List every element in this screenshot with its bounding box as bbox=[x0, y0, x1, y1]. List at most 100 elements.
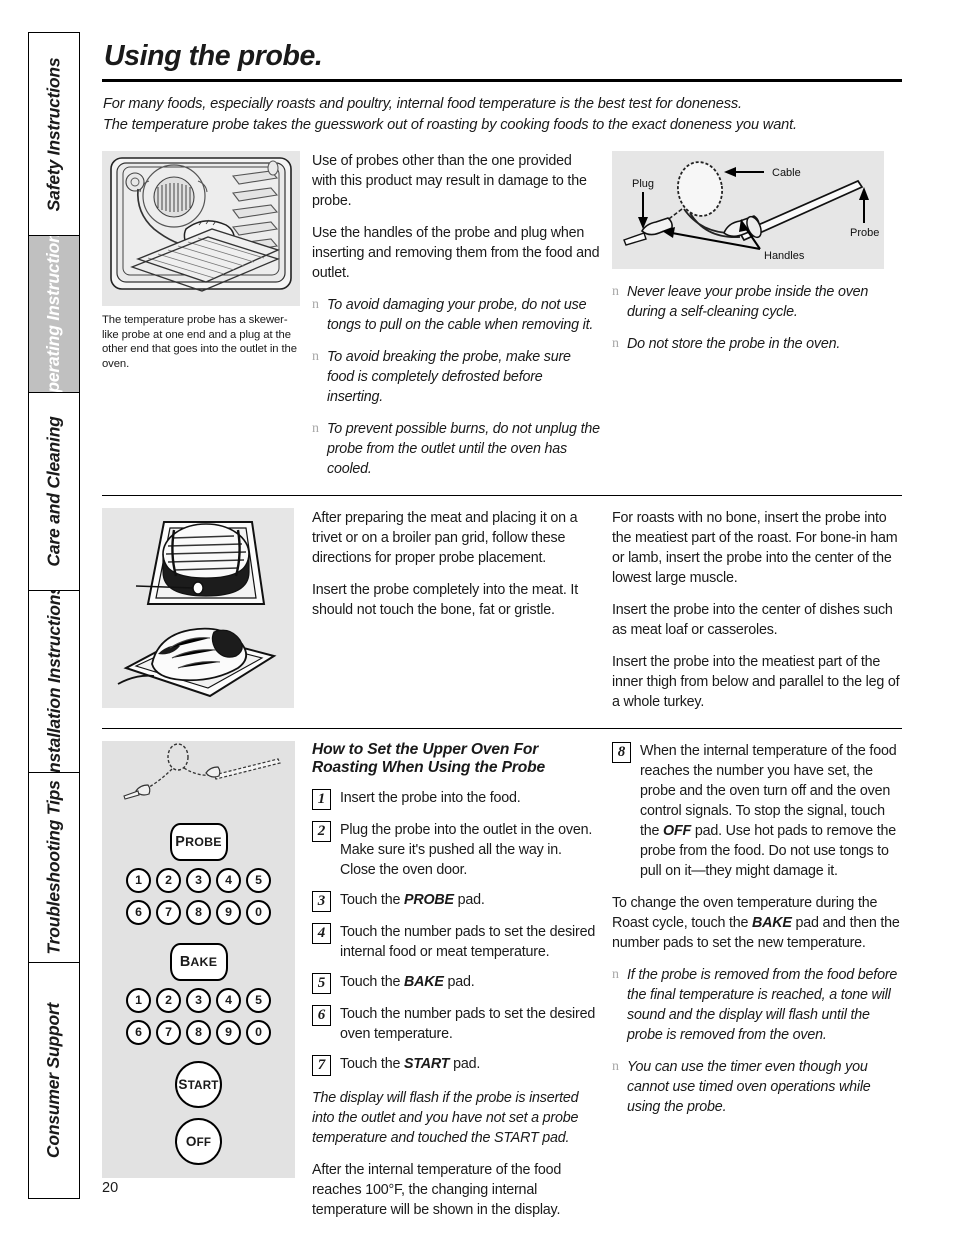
step-item-4: 4 Touch the number pads to set the desir… bbox=[312, 922, 600, 962]
probe-label-handles: Handles bbox=[764, 250, 805, 262]
step-pad-name: PROBE bbox=[403, 892, 454, 908]
internal-temp-note: After the internal temperature of the fo… bbox=[312, 1162, 562, 1219]
number-key-2[interactable]: 2 bbox=[156, 867, 181, 893]
probe-label-cable: Cable bbox=[772, 167, 801, 179]
probe-warning-paragraph-2: Use the handles of the probe and plug wh… bbox=[312, 224, 600, 281]
number-key-7[interactable]: 7 bbox=[156, 899, 181, 925]
step-text-pre: Touch the bbox=[340, 974, 404, 991]
number-key-0[interactable]: 0 bbox=[246, 1019, 271, 1045]
step-text: Insert the probe into the food. bbox=[340, 789, 521, 806]
number-key-3[interactable]: 3 bbox=[186, 987, 211, 1013]
off-pad-button[interactable]: OFF bbox=[175, 1117, 222, 1165]
number-key-1[interactable]: 1 bbox=[126, 987, 151, 1013]
list-item: Do not store the probe in the oven. bbox=[612, 334, 902, 354]
step-text-pre: Touch the bbox=[340, 892, 404, 908]
section1-right-column: Plug Cable Handles Probe N bbox=[600, 150, 902, 479]
number-key-2[interactable]: 2 bbox=[156, 987, 181, 1013]
page-intro: For many foods, especially roasts and po… bbox=[103, 94, 902, 137]
step-text: Touch the number pads to set the desired… bbox=[340, 1006, 596, 1043]
sidebar-item-label: Troubleshooting Tips bbox=[43, 780, 64, 955]
list-item: To prevent possible burns, do not unplug… bbox=[312, 419, 600, 479]
placement-right-paragraph-3: Insert the probe into the meatiest part … bbox=[612, 653, 900, 710]
sidebar-item-label: Care and Cleaning bbox=[43, 416, 64, 567]
probe-label-plug: Plug bbox=[632, 178, 654, 190]
step-pad-name: OFF bbox=[663, 823, 692, 840]
list-item: If the probe is removed from the food be… bbox=[612, 965, 902, 1045]
step-number: 7 bbox=[312, 1055, 331, 1077]
section-probe-placement: After preparing the meat and placing it … bbox=[102, 507, 902, 712]
step-text: Plug the probe into the outlet in the ov… bbox=[340, 821, 593, 878]
section-probe-overview: The temperature probe has a skewer-like … bbox=[102, 150, 902, 479]
number-key-6[interactable]: 6 bbox=[126, 1019, 151, 1045]
number-key-9[interactable]: 9 bbox=[216, 899, 241, 925]
number-key-4[interactable]: 4 bbox=[216, 987, 241, 1013]
section3-steps-column: How to Set the Upper Oven For Roasting W… bbox=[300, 741, 600, 1220]
step-item-8: 8 When the internal temperature of the f… bbox=[612, 741, 902, 881]
roasting-steps-list: 1 Insert the probe into the food. 2 Plug… bbox=[312, 788, 600, 1077]
sidebar-item-label: Consumer Support bbox=[43, 1002, 64, 1159]
display-flash-note: The display will flash if the probe is i… bbox=[312, 1090, 579, 1147]
number-key-5[interactable]: 5 bbox=[246, 987, 271, 1013]
section1-bullet-list: To avoid damaging your probe, do not use… bbox=[312, 295, 600, 479]
number-key-0[interactable]: 0 bbox=[246, 899, 271, 925]
page-content: Using the probe. For many foods, especia… bbox=[102, 40, 902, 1220]
page-number: 20 bbox=[102, 1180, 119, 1196]
step-item-3: 3 Touch the PROBE pad. bbox=[312, 890, 600, 912]
step-item-7: 7 Touch the START pad. bbox=[312, 1054, 600, 1077]
placement-right-paragraph-1: For roasts with no bone, insert the prob… bbox=[612, 509, 898, 586]
section1-right-bullet-list: Never leave your probe inside the oven d… bbox=[612, 282, 902, 354]
step-number: 3 bbox=[312, 891, 331, 912]
step-text: Touch the START pad. bbox=[340, 1054, 480, 1076]
step-pad-name: START bbox=[403, 1056, 450, 1073]
step-item-2: 2 Plug the probe into the outlet in the … bbox=[312, 820, 600, 880]
start-pad-button[interactable]: START bbox=[175, 1060, 222, 1108]
section3-bullet-list: If the probe is removed from the food be… bbox=[612, 965, 902, 1117]
number-key-8[interactable]: 8 bbox=[186, 899, 211, 925]
sidebar-item-label: Operating Instructions bbox=[43, 236, 64, 393]
meat-figure-column bbox=[102, 507, 300, 712]
probe-label-probe: Probe bbox=[850, 227, 879, 239]
number-key-4[interactable]: 4 bbox=[216, 867, 241, 893]
number-key-3[interactable]: 3 bbox=[186, 867, 211, 893]
bake-pad-button[interactable]: BAKE bbox=[169, 942, 228, 981]
probe-parts-diagram: Plug Cable Handles Probe bbox=[612, 150, 884, 269]
step-pad-name: BAKE bbox=[403, 974, 444, 991]
number-key-9[interactable]: 9 bbox=[216, 1019, 241, 1045]
list-item: To avoid damaging your probe, do not use… bbox=[312, 295, 600, 335]
list-item: To avoid breaking the probe, make sure f… bbox=[312, 347, 600, 407]
step-number: 4 bbox=[312, 923, 331, 944]
number-key-1[interactable]: 1 bbox=[126, 867, 151, 893]
step-text: Touch the BAKE pad. bbox=[340, 972, 475, 994]
change-oven-temp-paragraph: To change the oven temperature during th… bbox=[612, 893, 902, 953]
change-temp-pad-name: BAKE bbox=[752, 915, 792, 932]
sidebar-item-operating-instructions[interactable]: Operating Instructions bbox=[29, 236, 79, 393]
number-key-6[interactable]: 6 bbox=[126, 899, 151, 925]
number-key-8[interactable]: 8 bbox=[186, 1019, 211, 1045]
intro-line-1: For many foods, especially roasts and po… bbox=[103, 96, 742, 112]
sidebar-item-care-and-cleaning[interactable]: Care and Cleaning bbox=[29, 393, 79, 591]
sidebar-item-installation-instructions[interactable]: Installation Instructions bbox=[29, 591, 79, 773]
section3-heading: How to Set the Upper Oven For Roasting W… bbox=[312, 740, 546, 776]
placement-paragraph-1: After preparing the meat and placing it … bbox=[312, 509, 578, 566]
sidebar-item-safety-instructions[interactable]: Safety Instructions bbox=[29, 33, 79, 236]
sidebar-item-consumer-support[interactable]: Consumer Support bbox=[29, 963, 79, 1198]
control-panel-figure-column: PROBE 1 2 3 4 5 6 7 8 9 0 BAKE 1 2 3 4 5… bbox=[102, 740, 300, 1220]
sidebar-item-label: Installation Instructions bbox=[43, 591, 64, 773]
probe-warning-paragraph-1: Use of probes other than the one provide… bbox=[312, 152, 587, 209]
probe-pad-label: PROBE bbox=[175, 833, 222, 850]
sidebar-section-tabs: Safety Instructions Operating Instructio… bbox=[28, 32, 80, 1199]
step-number: 8 bbox=[612, 741, 631, 763]
step-number: 1 bbox=[312, 788, 331, 810]
step-text-pre: Touch the bbox=[340, 1056, 404, 1073]
off-pad-label: OFF bbox=[185, 1133, 212, 1149]
oven-figure-column: The temperature probe has a skewer-like … bbox=[102, 150, 300, 479]
sidebar-item-troubleshooting-tips[interactable]: Troubleshooting Tips bbox=[29, 773, 79, 963]
number-key-5[interactable]: 5 bbox=[246, 867, 271, 893]
probe-sketch-icon bbox=[123, 743, 281, 800]
number-key-7[interactable]: 7 bbox=[156, 1019, 181, 1045]
step-text-post: pad. bbox=[453, 892, 485, 908]
section3-right-column: 8 When the internal temperature of the f… bbox=[600, 741, 902, 1220]
probe-pad-button[interactable]: PROBE bbox=[169, 822, 228, 861]
step-text: When the internal temperature of the foo… bbox=[640, 741, 902, 881]
step-number: 6 bbox=[312, 1005, 331, 1027]
